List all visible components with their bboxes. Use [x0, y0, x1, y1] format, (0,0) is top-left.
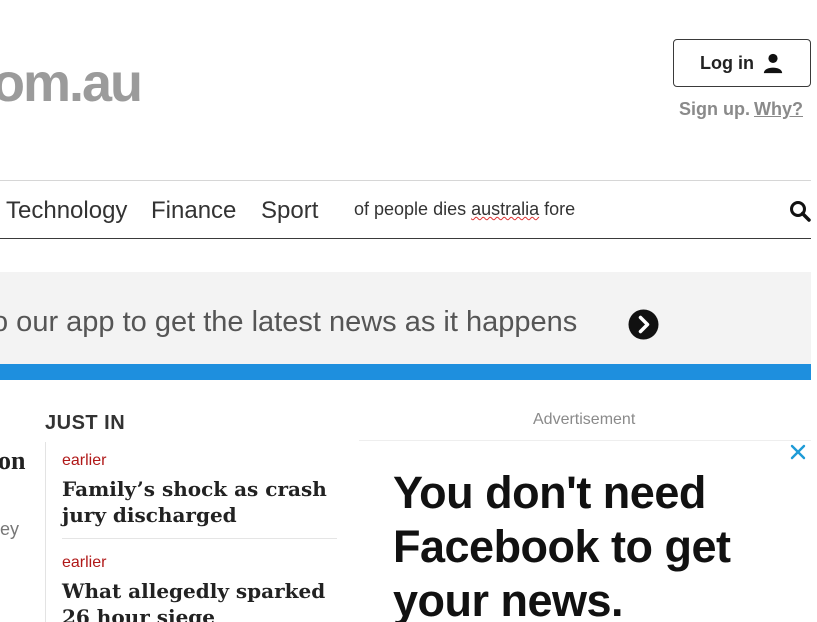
chevron-right-icon[interactable]	[628, 309, 659, 340]
why-link[interactable]: Why?	[754, 99, 803, 119]
just-in-heading: JUST IN	[45, 412, 126, 434]
search-text-misspelled: australia	[471, 199, 540, 219]
ad-line: your news.	[393, 575, 624, 622]
app-promo-text: o our app to get the latest news as it h…	[0, 306, 578, 338]
advertisement-label: Advertisement	[533, 411, 636, 428]
nav-item-sport[interactable]: Sport	[261, 197, 318, 225]
left-story-summary-fragment: ey	[0, 519, 20, 539]
advertisement-headline[interactable]: You don't need Facebook to get your news…	[393, 466, 731, 622]
close-icon[interactable]	[789, 443, 807, 461]
story-headline[interactable]: Family’s shock as crash jury discharged	[62, 476, 337, 528]
story-time: earlier	[62, 554, 107, 571]
site-logo[interactable]: om.au	[0, 52, 143, 114]
app-promo-banner[interactable]: o our app to get the latest news as it h…	[0, 272, 811, 364]
promo-accent-bar	[0, 364, 811, 380]
search-icon[interactable]	[789, 200, 811, 222]
just-in-rule	[45, 442, 46, 622]
nav-item-finance[interactable]: Finance	[151, 197, 236, 225]
story-headline[interactable]: What allegedly sparked 26 hour siege	[62, 578, 337, 622]
login-button[interactable]: Log in	[673, 39, 811, 87]
ad-line: Facebook to get	[393, 521, 731, 572]
search-input[interactable]: of people dies australia fore	[354, 199, 774, 223]
user-icon	[763, 53, 783, 74]
search-text-before: of people dies	[354, 199, 472, 219]
story-divider	[62, 538, 337, 539]
main-nav: Technology Finance Sport of people dies …	[0, 180, 811, 239]
just-in-story[interactable]: earlier Family’s shock as crash jury dis…	[62, 452, 337, 528]
login-label: Log in	[700, 52, 754, 73]
ad-line: You don't need	[393, 467, 706, 518]
search-text-after: fore	[539, 199, 576, 219]
signup-prompt: Sign up. Why?	[679, 99, 803, 120]
just-in-story[interactable]: earlier What allegedly sparked 26 hour s…	[62, 554, 337, 622]
nav-item-technology[interactable]: Technology	[6, 197, 127, 225]
story-time: earlier	[62, 452, 107, 469]
signup-text[interactable]: Sign up.	[679, 99, 750, 119]
left-story-headline-fragment[interactable]: on	[0, 446, 25, 476]
